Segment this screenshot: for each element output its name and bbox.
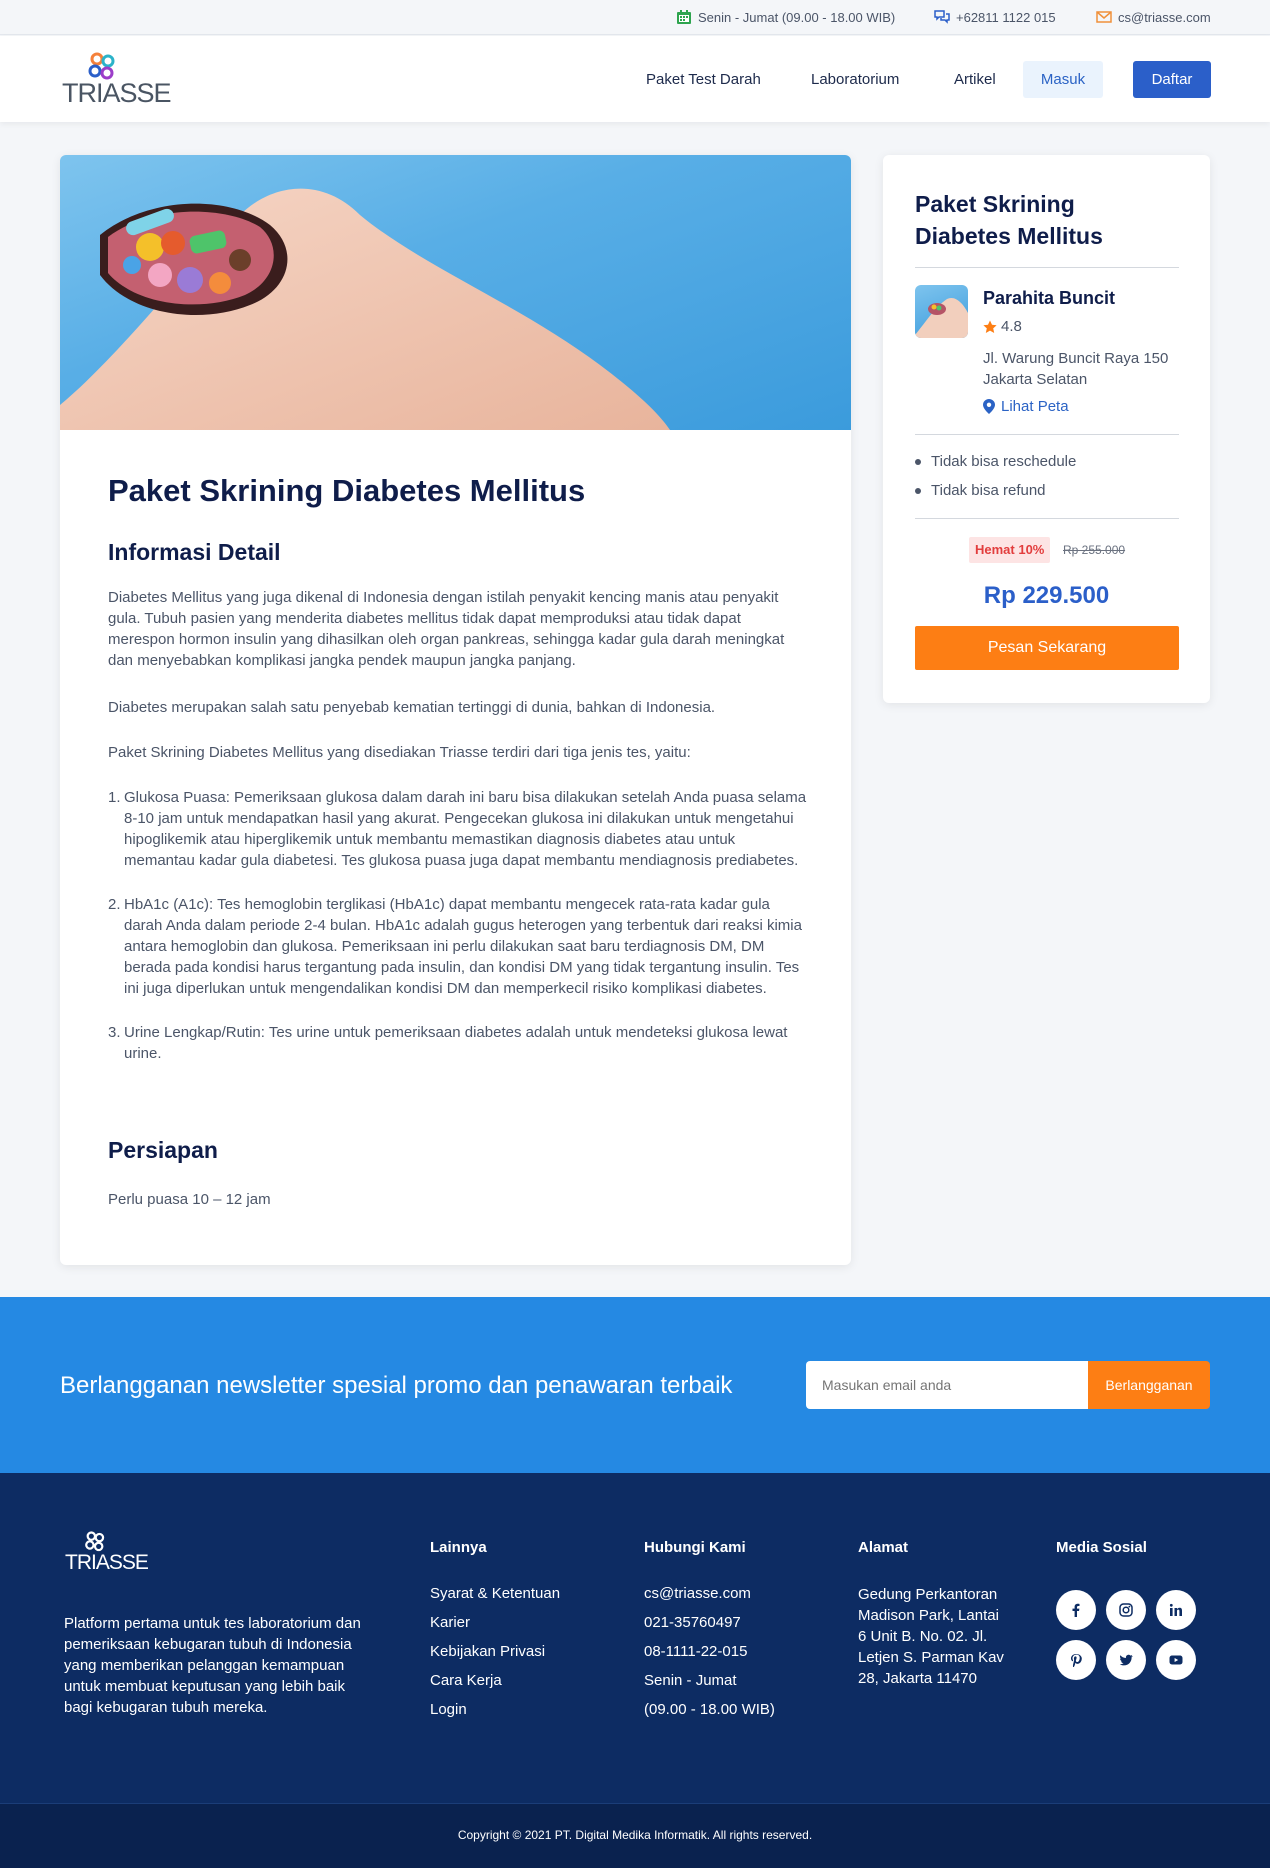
footer-description: Platform pertama untuk tes laboratorium … xyxy=(64,1615,361,1716)
view-map-label: Lihat Peta xyxy=(1001,398,1069,415)
footer-link-how-it-works[interactable]: Cara Kerja xyxy=(430,1671,560,1690)
footer-logo-text: TRIASSE xyxy=(65,1551,149,1574)
divider xyxy=(915,267,1179,268)
list-text: Glukosa Puasa: Pemeriksaan glukosa dalam… xyxy=(124,789,807,869)
map-pin-icon xyxy=(983,399,995,414)
list-text: HbA1c (A1c): Tes hemoglobin terglikasi (… xyxy=(124,896,802,997)
list-item: 2. HbA1c (A1c): Tes hemoglobin terglikas… xyxy=(108,894,808,999)
footer-address-text: Gedung Perkantoran Madison Park, Lantai … xyxy=(858,1586,1004,1687)
business-hours: Senin - Jumat (09.00 - 18.00 WIB) xyxy=(676,9,895,25)
logo-text: TRIASSE xyxy=(62,78,172,108)
footer-link-careers[interactable]: Karier xyxy=(430,1613,560,1632)
subscribe-button[interactable]: Berlangganan xyxy=(1088,1361,1210,1409)
footer-contact-column: Hubungi Kami cs@triasse.com 021-35760497… xyxy=(644,1539,775,1729)
facebook-icon[interactable] xyxy=(1056,1590,1096,1630)
footer-contact-heading: Hubungi Kami xyxy=(644,1539,746,1556)
footer-contact-days: Senin - Jumat xyxy=(644,1672,737,1689)
email-contact[interactable]: cs@triasse.com xyxy=(1096,9,1211,25)
preparation-text: Perlu puasa 10 – 12 jam xyxy=(108,1191,271,1208)
email-text: cs@triasse.com xyxy=(1118,9,1211,25)
page-title: Paket Skrining Diabetes Mellitus xyxy=(108,473,586,508)
register-button[interactable]: Daftar xyxy=(1133,61,1211,98)
footer-link-privacy[interactable]: Kebijakan Privasi xyxy=(430,1642,560,1661)
instagram-icon[interactable] xyxy=(1106,1590,1146,1630)
nav-artikel[interactable]: Artikel xyxy=(954,71,996,88)
intro-paragraph: Diabetes Mellitus yang juga dikenal di I… xyxy=(108,589,785,669)
site-header: TRIASSE Paket Test Darah Laboratorium Ar… xyxy=(0,36,1270,122)
policy-text: Tidak bisa refund xyxy=(931,482,1046,499)
social-icons xyxy=(1056,1590,1216,1680)
business-hours-text: Senin - Jumat (09.00 - 18.00 WIB) xyxy=(698,9,896,25)
lab-thumbnail xyxy=(915,285,968,338)
site-footer: TRIASSE Platform pertama untuk tes labor… xyxy=(0,1473,1270,1803)
footer-links-column: Lainnya Syarat & Ketentuan Karier Kebija… xyxy=(430,1539,560,1729)
list-number: 2. xyxy=(108,896,121,913)
footer-contact-mobile[interactable]: 08-1111-22-015 xyxy=(644,1642,775,1661)
statistic-paragraph: Diabetes merupakan salah satu penyebab k… xyxy=(108,699,716,716)
footer-logo-mark-icon xyxy=(85,1531,105,1552)
list-number: 3. xyxy=(108,1024,121,1041)
chat-icon xyxy=(934,10,950,24)
footer-link-login[interactable]: Login xyxy=(430,1700,560,1719)
list-item: 1. Glukosa Puasa: Pemeriksaan glukosa da… xyxy=(108,787,808,871)
lab-rating: 4.8 xyxy=(983,318,1022,335)
hand-candy-illustration xyxy=(60,188,670,430)
star-icon xyxy=(983,320,997,333)
discount-badge: Hemat 10% xyxy=(969,537,1051,563)
order-package-title: Paket Skrining Diabetes Mellitus xyxy=(915,191,1103,249)
rating-value: 4.8 xyxy=(1001,318,1022,335)
newsletter-text: Berlangganan newsletter spesial promo da… xyxy=(60,1372,733,1399)
pinterest-icon[interactable] xyxy=(1056,1640,1096,1680)
nav-laboratorium[interactable]: Laboratorium xyxy=(811,71,899,88)
list-text: Urine Lengkap/Rutin: Tes urine untuk pem… xyxy=(124,1024,788,1062)
calendar-icon xyxy=(677,10,691,24)
final-price: Rp 229.500 xyxy=(983,582,1110,609)
order-now-button[interactable]: Pesan Sekarang xyxy=(915,626,1179,670)
footer-address-heading: Alamat xyxy=(858,1539,909,1556)
linkedin-icon[interactable] xyxy=(1156,1590,1196,1630)
footer-contact-hours: (09.00 - 18.00 WIB) xyxy=(644,1701,775,1718)
preparation-heading: Persiapan xyxy=(108,1137,218,1163)
top-info-bar: Senin - Jumat (09.00 - 18.00 WIB) +62811… xyxy=(0,0,1270,35)
bullet-icon xyxy=(915,458,921,465)
footer-social-heading: Media Sosial xyxy=(1056,1539,1147,1556)
nav-paket-test-darah[interactable]: Paket Test Darah xyxy=(646,71,761,88)
youtube-icon[interactable] xyxy=(1156,1640,1196,1680)
twitter-icon[interactable] xyxy=(1106,1640,1146,1680)
newsletter-email-input[interactable] xyxy=(806,1361,1088,1409)
policy-item: Tidak bisa reschedule xyxy=(915,453,1076,470)
footer-address-column: Alamat Gedung Perkantoran Madison Park, … xyxy=(858,1539,1008,1689)
lab-name[interactable]: Parahita Buncit xyxy=(983,288,1115,309)
footer-logo[interactable]: TRIASSE xyxy=(64,1531,149,1581)
test-list: 1. Glukosa Puasa: Pemeriksaan glukosa da… xyxy=(108,787,808,1087)
package-detail-card: Paket Skrining Diabetes Mellitus Informa… xyxy=(60,155,851,1265)
detail-heading: Informasi Detail xyxy=(108,539,281,565)
login-button[interactable]: Masuk xyxy=(1023,61,1103,98)
lab-thumbnail-image xyxy=(915,297,968,338)
footer-contact-email[interactable]: cs@triasse.com xyxy=(644,1584,775,1603)
lab-address: Jl. Warung Buncit Raya 150 Jakarta Selat… xyxy=(983,350,1169,388)
policy-text: Tidak bisa reschedule xyxy=(931,453,1077,470)
list-number: 1. xyxy=(108,789,121,806)
order-summary-card: Paket Skrining Diabetes Mellitus Parahit… xyxy=(883,155,1210,703)
view-map-link[interactable]: Lihat Peta xyxy=(983,398,1069,415)
bullet-icon xyxy=(915,487,921,494)
original-price: Rp 255.000 xyxy=(1063,543,1126,557)
tests-intro-paragraph: Paket Skrining Diabetes Mellitus yang di… xyxy=(108,744,691,761)
mail-icon xyxy=(1096,11,1112,23)
phone-text: +62811 1122 015 xyxy=(956,9,1056,25)
footer-social-column: Media Sosial xyxy=(1056,1539,1147,1584)
copyright-bar: Copyright © 2021 PT. Digital Medika Info… xyxy=(0,1803,1270,1868)
footer-contact-phone[interactable]: 021-35760497 xyxy=(644,1613,775,1632)
divider xyxy=(915,434,1179,435)
phone-contact[interactable]: +62811 1122 015 xyxy=(934,9,1056,25)
footer-link-terms[interactable]: Syarat & Ketentuan xyxy=(430,1584,560,1603)
footer-links-heading: Lainnya xyxy=(430,1539,487,1556)
divider xyxy=(915,518,1179,519)
newsletter-section: Berlangganan newsletter spesial promo da… xyxy=(0,1297,1270,1473)
list-item: 3. Urine Lengkap/Rutin: Tes urine untuk … xyxy=(108,1022,808,1064)
triasse-logo[interactable]: TRIASSE xyxy=(60,52,172,108)
policy-item: Tidak bisa refund xyxy=(915,482,1046,499)
hero-image xyxy=(60,155,851,430)
